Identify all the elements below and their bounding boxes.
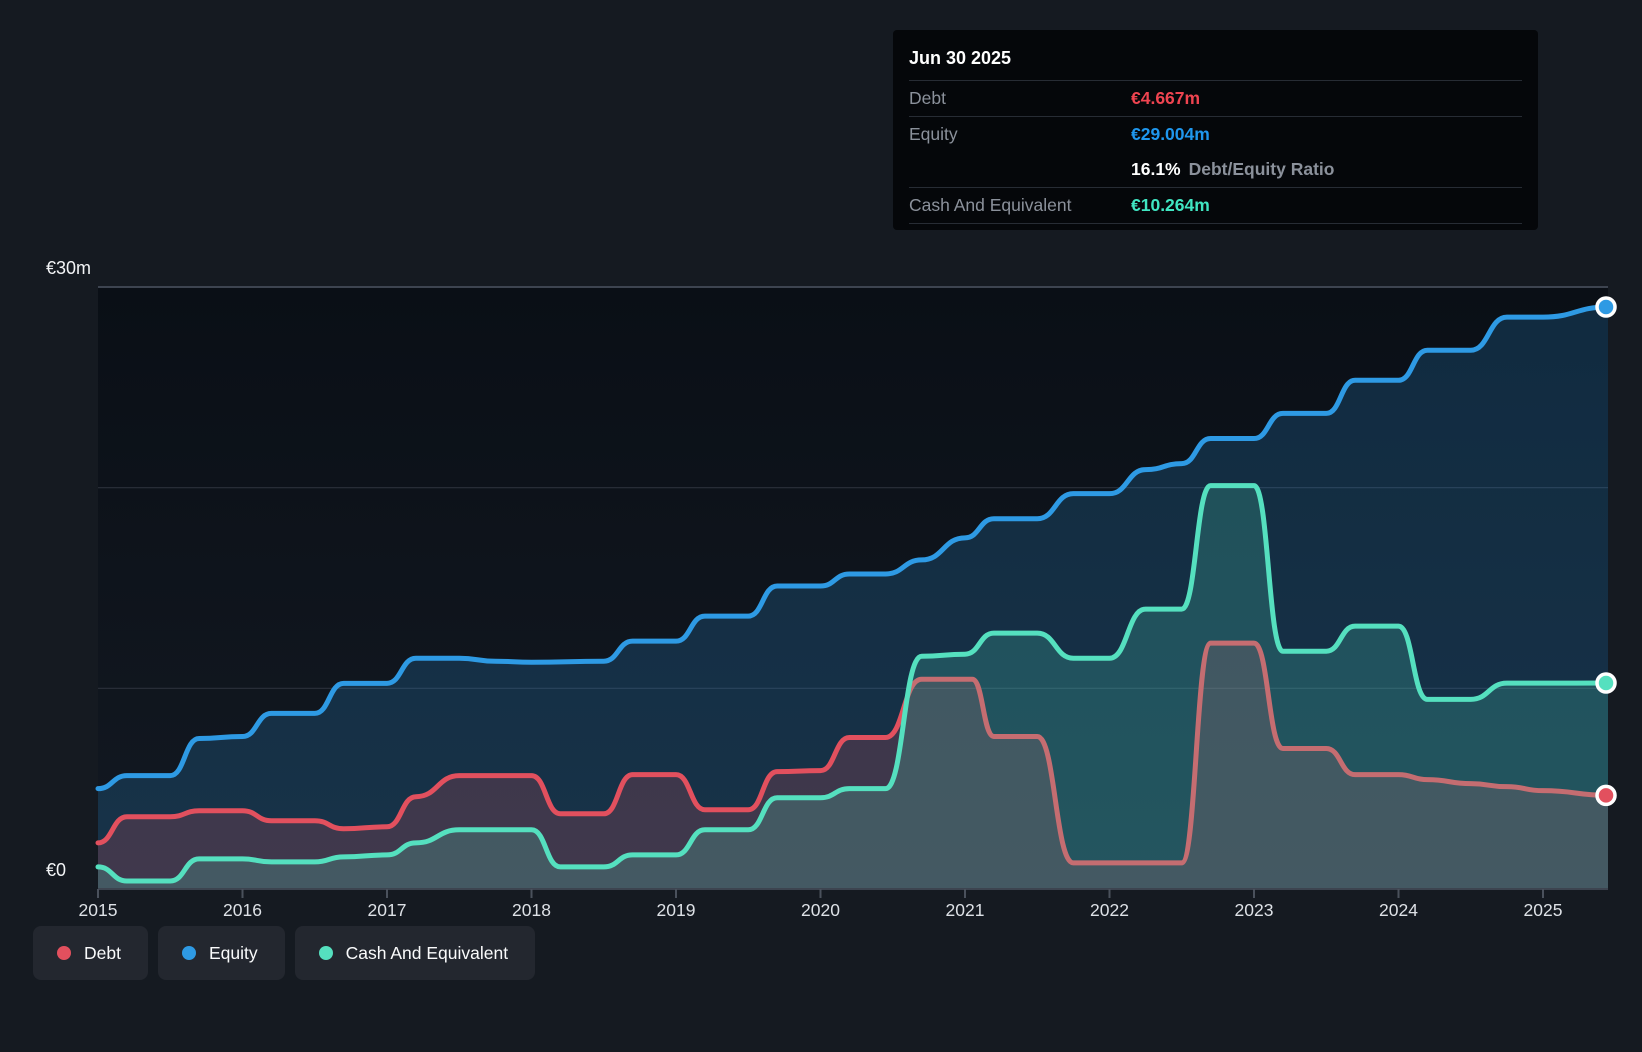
chart-legend: Debt Equity Cash And Equivalent <box>33 926 536 980</box>
legend-item-cash[interactable]: Cash And Equivalent <box>294 926 536 980</box>
x-label-2024: 2024 <box>1379 900 1418 920</box>
x-label-2020: 2020 <box>801 900 840 920</box>
tooltip-row-debt: Debt €4.667m <box>909 81 1522 117</box>
y-label-0m: €0 <box>46 860 66 880</box>
x-label-2023: 2023 <box>1235 900 1274 920</box>
debt-dot-icon <box>57 946 71 960</box>
tooltip-row-equity: Equity €29.004m <box>909 117 1522 152</box>
x-label-2022: 2022 <box>1090 900 1129 920</box>
x-label-2021: 2021 <box>946 900 985 920</box>
legend-equity-label: Equity <box>208 942 258 963</box>
legend-item-equity[interactable]: Equity <box>157 926 285 980</box>
tooltip-debt-label: Debt <box>909 88 946 108</box>
tooltip-cash-value: €10.264m <box>1131 195 1210 215</box>
tooltip-ratio-value: 16.1% Debt/Equity Ratio <box>1131 159 1334 180</box>
x-label-2025: 2025 <box>1524 900 1563 920</box>
debt-endpoint-marker <box>1595 784 1617 807</box>
tooltip-date: Jun 30 2025 <box>909 40 1522 81</box>
equity-endpoint-marker <box>1595 296 1617 318</box>
equity-dot-icon <box>181 946 196 960</box>
ratio-percent: 16.1% <box>1131 159 1181 179</box>
tooltip-debt-value: €4.667m <box>1131 88 1201 108</box>
hover-tooltip: Jun 30 2025 Debt €4.667m Equity €29.004m… <box>893 30 1538 230</box>
x-label-2016: 2016 <box>223 900 262 920</box>
x-label-2018: 2018 <box>512 900 551 920</box>
legend-item-debt[interactable]: Debt <box>33 926 148 980</box>
cash-endpoint-marker <box>1595 672 1617 694</box>
cash-dot-icon <box>318 946 333 960</box>
tooltip-cash-label: Cash And Equivalent <box>909 195 1072 215</box>
tooltip-equity-value: €29.004m <box>1131 124 1210 144</box>
legend-cash-label: Cash And Equivalent <box>345 942 509 963</box>
x-label-2015: 2015 <box>79 900 118 920</box>
tooltip-equity-label: Equity <box>909 124 958 144</box>
y-label-30m: €30m <box>46 258 91 278</box>
tooltip-row-cash: Cash And Equivalent €10.264m <box>909 188 1522 224</box>
legend-debt-label: Debt <box>84 942 121 963</box>
x-label-2017: 2017 <box>368 900 407 920</box>
tooltip-row-ratio: 16.1% Debt/Equity Ratio <box>909 152 1522 188</box>
debt-equity-history-chart: 2015 2016 2017 2018 2019 2020 2021 2022 2023 2024… <box>0 0 1642 1052</box>
ratio-label: Debt/Equity Ratio <box>1188 159 1335 179</box>
x-label-2019: 2019 <box>657 900 696 920</box>
